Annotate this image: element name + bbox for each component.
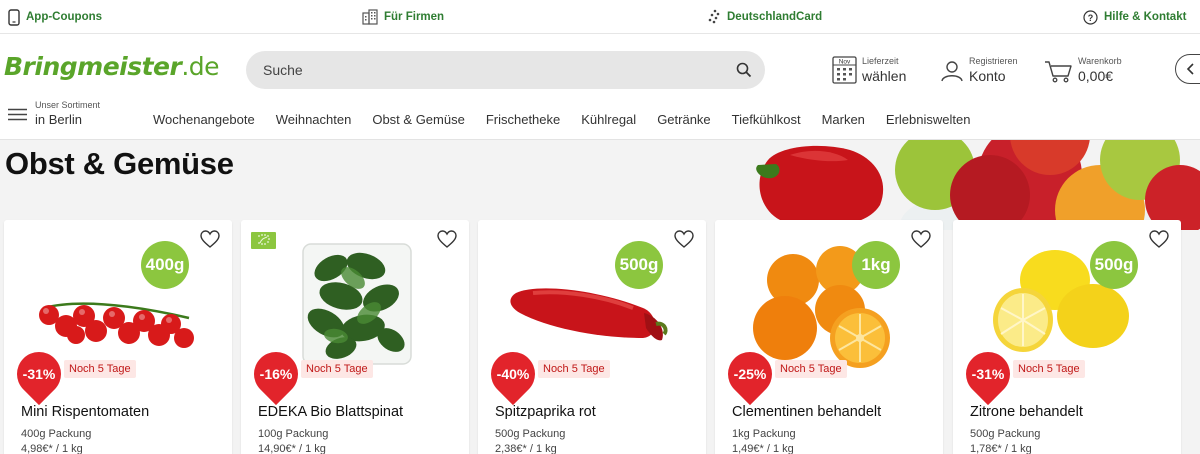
product-unit-price: 1,78€* / 1 kg [970,443,1032,454]
weight-badge: 400g [141,241,189,289]
nav-item[interactable]: Erlebniswelten [886,112,971,127]
building-icon [362,9,378,25]
account-small: Registrieren [969,56,1018,66]
account-big: Konto [969,68,1006,84]
product-unit-price: 4,98€* / 1 kg [21,443,83,454]
product-image-pepper [510,288,668,341]
product-card[interactable]: 500g -31% Noch 5 Tage Zitrone behandelt … [953,220,1181,454]
main-header: Bringmeister.de Suche Nov Lieferzeit wäh… [0,34,1200,140]
deutschlandcard-icon [708,9,720,24]
product-unit-price: 1,49€* / 1 kg [732,443,794,454]
sortiment-city: in Berlin [35,112,82,127]
cart-small: Warenkorb [1078,56,1122,66]
logo-tld: .de [181,52,220,81]
heart-icon[interactable] [200,230,220,248]
product-name[interactable]: Zitrone behandelt [970,404,1083,420]
bringmeister-logo[interactable]: Bringmeister.de [4,52,220,81]
svg-text:Nov: Nov [839,59,851,66]
product-name[interactable]: Spitzpaprika rot [495,404,596,420]
delivery-small: Lieferzeit [862,56,899,66]
calendar-icon: Nov [832,56,857,84]
days-left-badge: Noch 5 Tage [538,360,610,378]
phone-icon [8,8,20,26]
product-pack: 400g Packung [21,428,92,440]
deutschlandcard-link[interactable]: DeutschlandCard [707,9,822,25]
heart-icon[interactable] [674,230,694,248]
nav-item[interactable]: Getränke [657,112,710,127]
product-unit-price: 14,90€* / 1 kg [258,443,326,454]
hero-produce-image [756,140,1200,230]
logo-main: Bringmeister [4,52,182,81]
deutschlandcard-label: DeutschlandCard [727,11,823,23]
weight-badge: 1kg [852,241,900,289]
heart-icon[interactable] [911,230,931,248]
search-input[interactable]: Suche [263,62,303,78]
app-coupons-label: App-Coupons [26,11,103,23]
page-title: Obst & Gemüse [5,146,234,181]
category-nav: Wochenangebote Weihnachten Obst & Gemüse… [153,112,991,127]
product-card[interactable]: 400g -31% Noch 5 Tage Mini Rispentomaten… [4,220,232,454]
product-card[interactable]: 1kg -25% Noch 5 Tage Clementinen behande… [715,220,943,454]
firmen-label: Für Firmen [384,11,445,23]
product-image-spinach [302,243,412,365]
back-button[interactable] [1175,54,1200,84]
product-image-lemons [993,250,1129,352]
hamburger-icon [8,108,27,121]
nav-item[interactable]: Obst & Gemüse [372,112,464,127]
nav-item[interactable]: Frischetheke [486,112,560,127]
days-left-badge: Noch 5 Tage [775,360,847,378]
svg-text:?: ? [1088,13,1094,23]
nav-item[interactable]: Marken [822,112,865,127]
discount-badge: -31% [22,366,56,382]
help-link[interactable]: ? Hilfe & Kontakt [1083,9,1186,25]
nav-item[interactable]: Wochenangebote [153,112,255,127]
discount-badge: -40% [496,366,530,382]
cart-icon [1045,61,1072,83]
days-left-badge: Noch 5 Tage [301,360,373,378]
delivery-big: wählen [862,68,907,84]
search-icon[interactable] [736,62,752,78]
weight-badge: 500g [615,241,663,289]
product-card[interactable]: 500g -40% Noch 5 Tage Spitzpaprika rot 5… [478,220,706,454]
discount-badge: -16% [259,366,293,382]
heart-icon[interactable] [437,230,457,248]
sortiment-label: Unser Sortiment [35,100,101,110]
discount-badge: -25% [733,366,767,382]
days-left-badge: Noch 5 Tage [64,360,136,378]
chevron-left-icon [1186,63,1194,75]
search-field[interactable]: Suche [246,51,765,89]
user-icon [941,61,963,82]
heart-icon[interactable] [1149,230,1169,248]
product-image-clementines [753,246,890,368]
firmen-link[interactable]: Für Firmen [362,9,444,25]
product-name[interactable]: Mini Rispentomaten [21,404,149,420]
product-name[interactable]: EDEKA Bio Blattspinat [258,404,403,420]
product-pack: 100g Packung [258,428,329,440]
nav-item[interactable]: Kühlregal [581,112,636,127]
app-coupons-link[interactable]: App-Coupons [8,8,103,26]
product-pack: 500g Packung [970,428,1041,440]
product-unit-price: 2,38€* / 1 kg [495,443,557,454]
cart-total: 0,00€ [1078,68,1114,84]
discount-badge: -31% [971,366,1005,382]
product-image-tomatoes [39,302,194,348]
help-label: Hilfe & Kontakt [1104,11,1187,23]
product-card[interactable]: -16% Noch 5 Tage EDEKA Bio Blattspinat 1… [241,220,469,454]
help-icon: ? [1083,9,1098,25]
product-pack: 500g Packung [495,428,566,440]
utility-bar: App-Coupons Für Firmen DeutschlandCard ?… [0,0,1200,34]
weight-badge: 500g [1090,241,1138,289]
product-pack: 1kg Packung [732,428,796,440]
days-left-badge: Noch 5 Tage [1013,360,1085,378]
nav-item[interactable]: Weihnachten [276,112,352,127]
product-name[interactable]: Clementinen behandelt [732,404,881,420]
nav-item[interactable]: Tiefkühlkost [732,112,801,127]
